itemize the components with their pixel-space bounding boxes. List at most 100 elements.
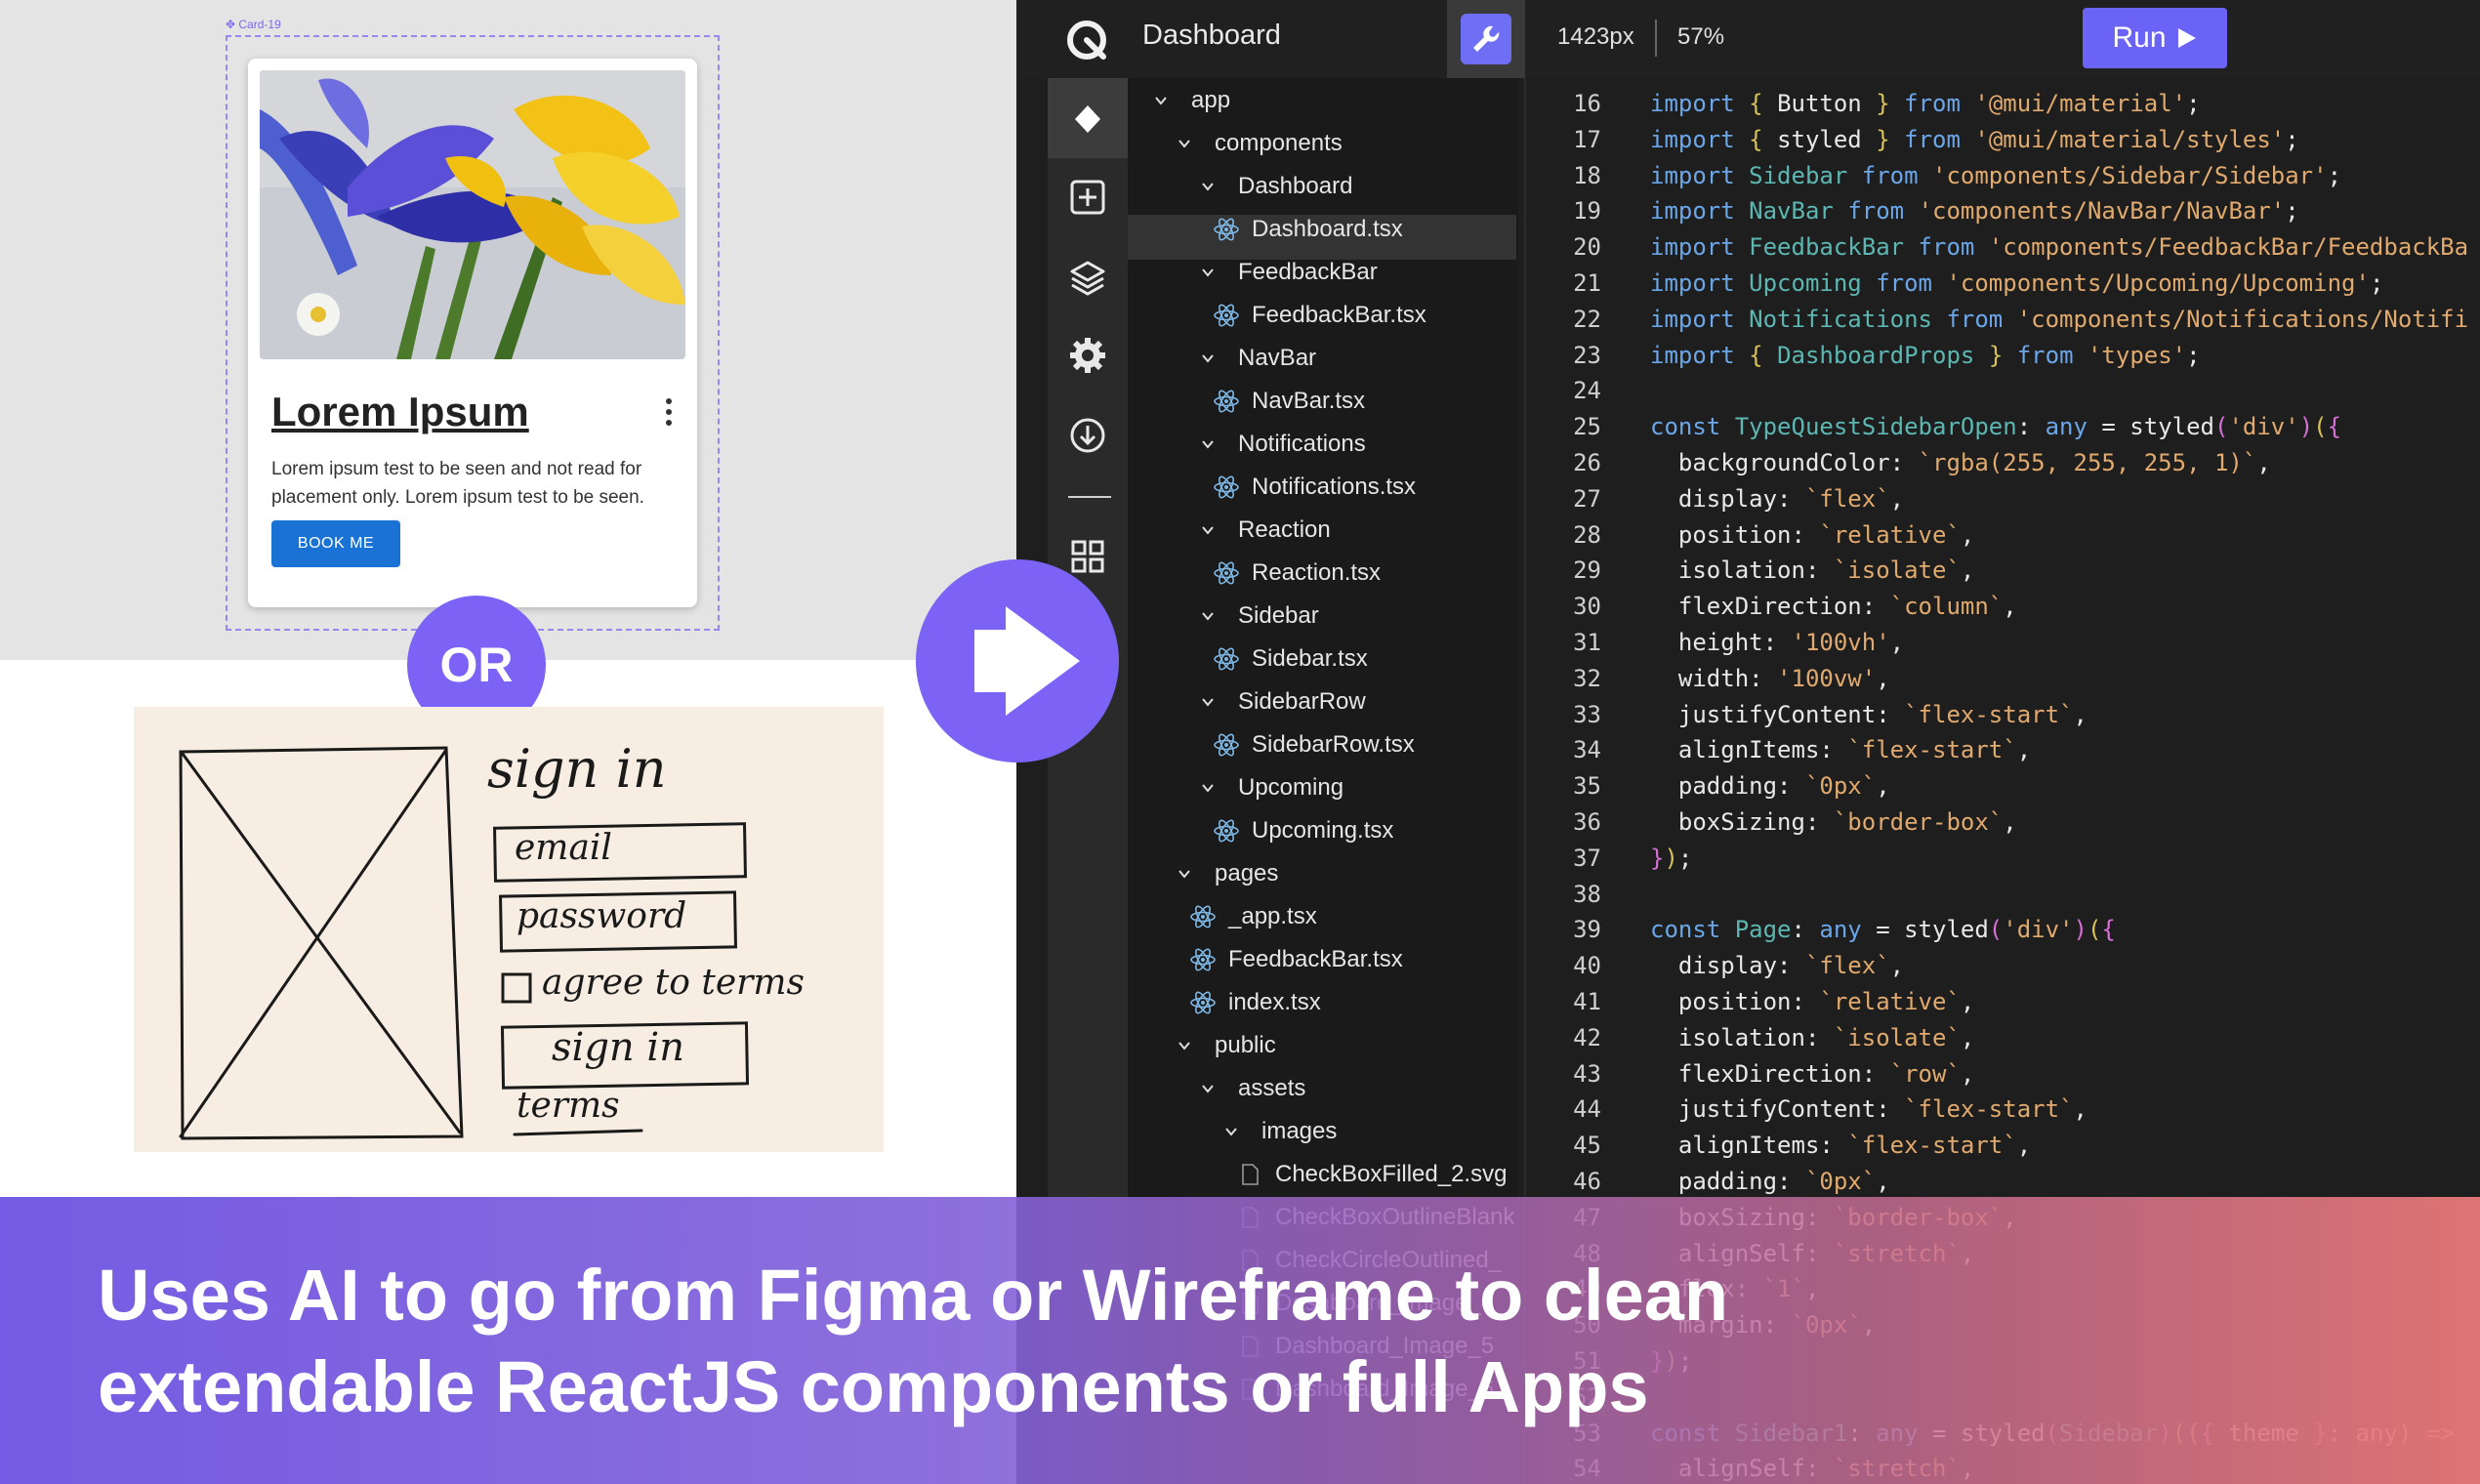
tree-folder[interactable]: FeedbackBar bbox=[1201, 253, 1378, 292]
code-token: { bbox=[1749, 341, 1778, 369]
tree-folder[interactable]: app bbox=[1154, 81, 1230, 120]
tree-file[interactable]: FeedbackBar.tsx bbox=[1189, 940, 1403, 979]
wireframe-password-label: password bbox=[517, 896, 687, 936]
code-line[interactable]: import NavBar from 'components/NavBar/Na… bbox=[1650, 197, 2299, 225]
code-token: , bbox=[2073, 700, 2087, 728]
code-line[interactable]: flexDirection: `column`, bbox=[1650, 593, 2017, 620]
wrench-icon bbox=[1473, 25, 1500, 52]
download-icon[interactable] bbox=[1068, 416, 1107, 455]
code-token: ; bbox=[2186, 341, 2201, 369]
code-token: from bbox=[1876, 269, 1947, 297]
zoom-readout[interactable]: 57% bbox=[1677, 23, 1724, 51]
code-token: ; bbox=[1677, 844, 1693, 872]
code-line[interactable]: const Page: any = styled('div')({ bbox=[1650, 916, 2116, 943]
tree-folder[interactable]: components bbox=[1178, 124, 1343, 163]
code-line[interactable]: isolation: `isolate`, bbox=[1650, 556, 1974, 584]
code-token: } bbox=[1650, 844, 1665, 872]
chevron-down-icon bbox=[1202, 183, 1214, 191]
tree-folder[interactable]: public bbox=[1178, 1026, 1276, 1065]
logo-icon[interactable] bbox=[1064, 18, 1109, 62]
add-icon[interactable] bbox=[1068, 178, 1107, 217]
tree-file[interactable]: Notifications.tsx bbox=[1213, 468, 1416, 507]
play-button[interactable] bbox=[916, 559, 1119, 763]
code-line[interactable]: import { DashboardProps } from 'types'; bbox=[1650, 342, 2201, 369]
code-token: , bbox=[1889, 484, 1905, 513]
code-line[interactable]: justifyContent: `flex-start`, bbox=[1650, 1095, 2087, 1123]
tree-folder[interactable]: images bbox=[1224, 1112, 1337, 1151]
tree-folder[interactable]: NavBar bbox=[1201, 339, 1316, 378]
tree-file[interactable]: _app.tsx bbox=[1189, 897, 1317, 936]
code-line[interactable]: import Sidebar from 'components/Sidebar/… bbox=[1650, 162, 2341, 189]
code-line[interactable]: padding: `0px`, bbox=[1650, 1168, 1890, 1195]
tree-folder[interactable]: pages bbox=[1178, 854, 1278, 893]
code-line[interactable]: isolation: `isolate`, bbox=[1650, 1024, 1974, 1051]
book-me-button[interactable]: BOOK ME bbox=[271, 520, 400, 567]
code-line[interactable]: boxSizing: `border-box`, bbox=[1650, 808, 2017, 836]
tree-item-label: app bbox=[1191, 87, 1231, 113]
code-line[interactable]: alignItems: `flex-start`, bbox=[1650, 1132, 2031, 1159]
tree-file[interactable]: Sidebar.tsx bbox=[1213, 639, 1368, 679]
code-token: ; bbox=[2285, 125, 2299, 153]
code-token: 'components/NavBar/NavBar' bbox=[1918, 197, 2286, 226]
tree-file[interactable]: Dashboard.tsx bbox=[1213, 210, 1403, 249]
run-button-label: Run bbox=[2112, 21, 2167, 54]
layers-icon[interactable] bbox=[1068, 258, 1107, 297]
code-token: 'components/Sidebar/Sidebar' bbox=[1932, 161, 2328, 189]
code-token: , bbox=[2073, 1095, 2087, 1124]
code-line[interactable]: padding: `0px`, bbox=[1650, 772, 1890, 800]
code-token: `flex` bbox=[1804, 952, 1890, 980]
tree-file[interactable]: FeedbackBar.tsx bbox=[1213, 296, 1426, 335]
tree-folder[interactable]: Sidebar bbox=[1201, 597, 1319, 636]
tree-file[interactable]: index.tsx bbox=[1189, 983, 1321, 1022]
code-token: , bbox=[1876, 772, 1890, 801]
code-line[interactable]: backgroundColor: `rgba(255, 255, 255, 1)… bbox=[1650, 449, 2271, 476]
code-line[interactable]: width: '100vw', bbox=[1650, 665, 1890, 692]
line-number: 42 bbox=[1573, 1023, 1601, 1051]
code-token: const bbox=[1650, 413, 1735, 441]
tree-file[interactable]: CheckBoxFilled_2.svg bbox=[1236, 1155, 1507, 1194]
tree-folder[interactable]: assets bbox=[1201, 1069, 1305, 1108]
code-line[interactable]: import Upcoming from 'components/Upcomin… bbox=[1650, 269, 2383, 297]
select-tool-icon[interactable] bbox=[1068, 100, 1107, 139]
wrench-button[interactable] bbox=[1447, 0, 1525, 78]
chevron-down-icon bbox=[1178, 870, 1190, 879]
gear-icon[interactable] bbox=[1068, 336, 1107, 375]
code-token: import bbox=[1650, 269, 1750, 297]
code-token: ; bbox=[2369, 269, 2384, 297]
wireframe-email-label: email bbox=[515, 828, 612, 868]
code-line[interactable]: import { styled } from '@mui/material/st… bbox=[1650, 126, 2299, 153]
code-token: `relative` bbox=[1819, 988, 1961, 1015]
code-line[interactable]: import FeedbackBar from 'components/Feed… bbox=[1650, 233, 2468, 261]
tree-folder[interactable]: Reaction bbox=[1201, 511, 1331, 550]
code-line[interactable]: justifyContent: `flex-start`, bbox=[1650, 701, 2087, 728]
code-token: TypeQuestSidebarOpen bbox=[1734, 413, 2017, 441]
react-file-icon bbox=[1190, 991, 1216, 1014]
code-line[interactable]: }); bbox=[1650, 845, 1692, 872]
tree-item-label: public bbox=[1215, 1032, 1276, 1058]
code-token: from bbox=[1946, 305, 2017, 333]
line-number: 21 bbox=[1573, 269, 1601, 297]
code-line[interactable]: height: '100vh', bbox=[1650, 629, 1904, 656]
code-line[interactable]: display: `flex`, bbox=[1650, 485, 1904, 513]
more-vert-icon[interactable] bbox=[659, 392, 679, 432]
code-line[interactable]: display: `flex`, bbox=[1650, 952, 1904, 979]
code-line[interactable]: flexDirection: `row`, bbox=[1650, 1060, 1974, 1088]
code-line[interactable]: const TypeQuestSidebarOpen: any = styled… bbox=[1650, 413, 2341, 440]
tree-folder[interactable]: Dashboard bbox=[1201, 167, 1352, 206]
tree-folder[interactable]: Notifications bbox=[1201, 425, 1366, 464]
code-line[interactable]: import { Button } from '@mui/material'; bbox=[1650, 90, 2201, 117]
tree-file[interactable]: Reaction.tsx bbox=[1213, 554, 1381, 593]
code-line[interactable]: import Notifications from 'components/No… bbox=[1650, 306, 2468, 333]
tree-file[interactable]: NavBar.tsx bbox=[1213, 382, 1365, 421]
code-line[interactable]: position: `relative`, bbox=[1650, 521, 1974, 549]
code-line[interactable]: position: `relative`, bbox=[1650, 988, 1974, 1015]
code-token: isolation: bbox=[1650, 556, 1834, 585]
run-button[interactable]: Run bbox=[2083, 8, 2227, 68]
code-line[interactable]: alignItems: `flex-start`, bbox=[1650, 736, 2031, 763]
chevron-down-icon bbox=[1202, 268, 1214, 277]
tree-folder[interactable]: SidebarRow bbox=[1201, 682, 1366, 721]
code-token: `relative` bbox=[1819, 520, 1961, 549]
tree-file[interactable]: SidebarRow.tsx bbox=[1213, 725, 1415, 764]
tree-file[interactable]: Upcoming.tsx bbox=[1213, 811, 1393, 850]
tree-folder[interactable]: Upcoming bbox=[1201, 768, 1343, 807]
